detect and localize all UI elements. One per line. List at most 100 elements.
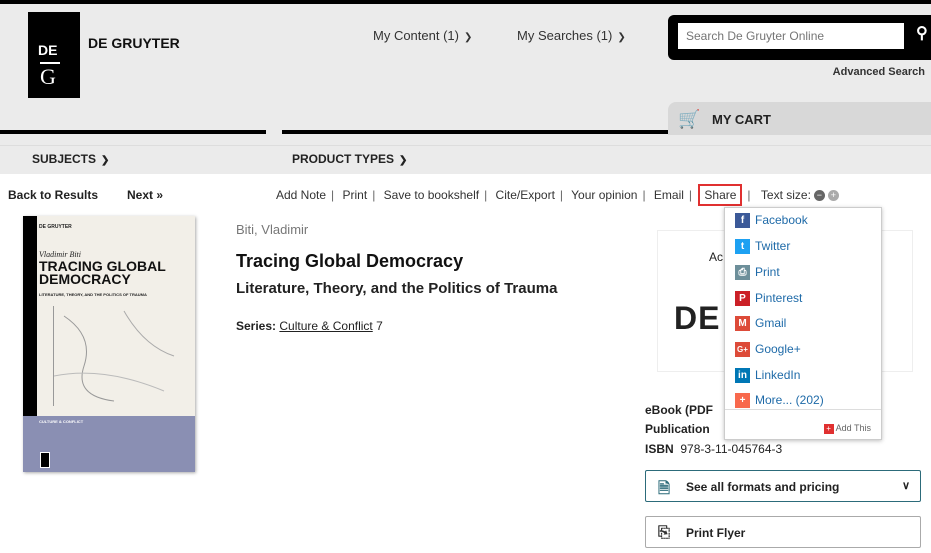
save-to-bookshelf-link[interactable]: Save to bookshelf xyxy=(384,188,479,202)
share-dropdown: f Facebook t Twitter ⎙ Print P Pinterest M Gm… xyxy=(724,207,882,440)
see-all-formats-button[interactable]: 🗎 See all formats and pricing ∨ xyxy=(645,470,921,502)
header-separator xyxy=(0,130,266,134)
see-all-formats-label: See all formats and pricing xyxy=(686,480,840,494)
main-menu: SUBJECTS ❯ PRODUCT TYPES ❯ xyxy=(0,145,931,174)
book-cover[interactable]: DE GRUYTER Vladimir Biti TRACING GLOBAL … xyxy=(23,216,195,472)
cover-title-line: DEMOCRACY xyxy=(39,271,131,287)
cover-map-illustration xyxy=(53,306,184,406)
addthis-label: Add This xyxy=(835,423,871,433)
cover-title: TRACING GLOBAL DEMOCRACY xyxy=(39,259,166,287)
chevron-down-icon: ❯ xyxy=(101,155,110,166)
print-link[interactable]: Print xyxy=(343,188,368,202)
twitter-icon: t xyxy=(735,239,750,255)
ad-big-text: DE xyxy=(674,300,721,336)
search-input[interactable] xyxy=(678,23,904,49)
toolbar-divider: | xyxy=(331,188,335,202)
print-flyer-label: Print Flyer xyxy=(686,526,746,540)
cover-series: CULTURE & CONFLICT xyxy=(39,419,84,424)
product-types-menu[interactable]: PRODUCT TYPES ❯ xyxy=(292,152,407,166)
publication-label: Publication xyxy=(645,422,710,436)
product-types-label: PRODUCT TYPES xyxy=(292,152,395,166)
cart-label: MY CART xyxy=(712,112,771,127)
cite-export-link[interactable]: Cite/Export xyxy=(496,188,555,202)
map-icon xyxy=(53,310,175,402)
chevron-down-icon: ∨ xyxy=(901,480,910,492)
increase-text-icon[interactable]: + xyxy=(827,190,839,202)
subjects-menu[interactable]: SUBJECTS ❯ xyxy=(32,152,109,166)
share-gmail[interactable]: M Gmail xyxy=(735,316,786,334)
isbn-info: ISBN 978-3-11-045764-3 xyxy=(645,442,782,456)
series-link[interactable]: Culture & Conflict xyxy=(279,319,372,333)
your-opinion-link[interactable]: Your opinion xyxy=(571,188,637,202)
share-item-label: Pinterest xyxy=(755,291,803,305)
print-flyer-button[interactable]: ⎘ Print Flyer xyxy=(645,516,921,548)
share-button[interactable]: Share xyxy=(698,184,743,206)
share-item-label: LinkedIn xyxy=(755,368,801,382)
my-content-menu[interactable]: My Content (1) ❯ xyxy=(373,28,472,43)
next-link[interactable]: Next » xyxy=(127,188,163,202)
logo-g-text: G xyxy=(40,64,56,89)
toolbar-divider: | xyxy=(484,188,488,202)
back-to-results-link[interactable]: Back to Results xyxy=(8,188,98,202)
ebook-label: eBook (PDF xyxy=(645,403,714,417)
cover-logo-icon xyxy=(40,452,50,468)
menu-divider xyxy=(725,409,881,410)
series-number: 7 xyxy=(376,319,383,333)
email-link[interactable]: Email xyxy=(654,188,684,202)
site-header: DE G DE GRUYTER My Content (1) ❯ My Searc… xyxy=(0,4,931,145)
print-icon: ⎙ xyxy=(735,265,750,281)
share-pinterest[interactable]: P Pinterest xyxy=(735,291,802,309)
facebook-icon: f xyxy=(735,213,750,229)
my-searches-label: My Searches (1) xyxy=(517,28,613,43)
ebook-format: eBook (PDF xyxy=(645,403,713,417)
decrease-text-icon[interactable]: − xyxy=(813,190,825,202)
share-linkedin[interactable]: in LinkedIn xyxy=(735,368,800,386)
book-author[interactable]: Biti, Vladimir xyxy=(236,222,308,237)
addthis-icon: + xyxy=(823,423,834,434)
chevron-down-icon: ❯ xyxy=(399,155,408,166)
pinterest-icon: P xyxy=(735,291,750,307)
search-icon[interactable]: ⚲ xyxy=(916,23,928,43)
action-toolbar: Add Note | Print | Save to bookshelf | Cite… xyxy=(276,184,839,206)
brand-name[interactable]: DE GRUYTER xyxy=(88,35,180,51)
document-icon: 🗎 xyxy=(658,480,671,497)
add-note-link[interactable]: Add Note xyxy=(276,188,326,202)
cart-icon: 🛒 xyxy=(678,109,701,129)
pdf-icon: ⎘ xyxy=(658,524,671,541)
cover-publisher: DE GRUYTER xyxy=(39,224,72,230)
book-title: Tracing Global Democracy xyxy=(236,251,464,271)
share-facebook[interactable]: f Facebook xyxy=(735,213,808,231)
degruyter-logo[interactable]: DE G xyxy=(28,12,80,98)
toolbar-divider: | xyxy=(642,188,646,202)
ad-small-text: Ac xyxy=(709,250,724,264)
search-bar xyxy=(668,15,931,60)
chevron-down-icon: ❯ xyxy=(617,32,626,43)
my-searches-menu[interactable]: My Searches (1) ❯ xyxy=(517,28,626,43)
share-twitter[interactable]: t Twitter xyxy=(735,239,790,257)
share-item-label: Print xyxy=(755,265,780,279)
my-content-label: My Content (1) xyxy=(373,28,459,43)
publication-info: Publication xyxy=(645,422,710,436)
toolbar-divider: | xyxy=(559,188,564,202)
series-label: Series: xyxy=(236,319,277,333)
plus-icon: + xyxy=(735,393,750,409)
isbn-value: 978-3-11-045764-3 xyxy=(680,442,783,456)
share-item-label: Google+ xyxy=(755,342,801,356)
book-subtitle: Literature, Theory, and the Politics of … xyxy=(236,280,558,297)
book-series: Series: Culture & Conflict 7 xyxy=(236,319,383,333)
text-size-label: Text size: xyxy=(760,188,811,202)
toolbar-divider: | xyxy=(747,188,751,202)
share-print[interactable]: ⎙ Print xyxy=(735,265,780,283)
gmail-icon: M xyxy=(735,316,750,332)
cart-button[interactable]: 🛒 MY CART xyxy=(668,102,931,135)
toolbar-divider: | xyxy=(372,188,376,202)
logo-de-text: DE xyxy=(38,42,58,58)
header-separator xyxy=(282,130,668,134)
cover-subtitle: LITERATURE, THEORY, AND THE POLITICS OF … xyxy=(39,292,147,297)
addthis-link[interactable]: + Add This xyxy=(823,423,871,434)
share-google-plus[interactable]: G+ Google+ xyxy=(735,342,801,360)
google-plus-icon: G+ xyxy=(735,342,750,358)
toolbar-divider: | xyxy=(688,188,693,202)
subjects-label: SUBJECTS xyxy=(32,152,97,166)
advanced-search-link[interactable]: Advanced Search xyxy=(833,66,925,78)
